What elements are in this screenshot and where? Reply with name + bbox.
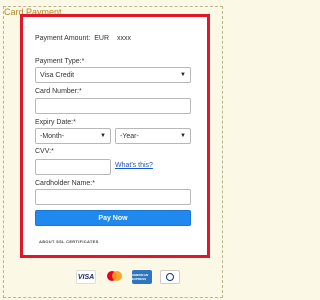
- card-logos: VISA AMERICAN EXPRESS: [76, 270, 180, 284]
- expiry-month-value: -Month-: [40, 132, 65, 140]
- payment-type-label: Payment Type:*: [35, 58, 85, 65]
- payment-type-select[interactable]: Visa Credit ▼: [35, 67, 191, 83]
- card-number-label: Card Number:*: [35, 88, 82, 95]
- expiry-month-select[interactable]: -Month- ▼: [35, 128, 111, 144]
- dropdown-arrow-icon: ▼: [180, 72, 186, 78]
- mastercard-logo-icon: [104, 270, 124, 284]
- whats-this-link[interactable]: What's this?: [115, 162, 153, 169]
- visa-logo-icon: VISA: [76, 270, 96, 284]
- cardholder-name-label: Cardholder Name:*: [35, 180, 95, 187]
- payment-amount-label: Payment Amount:: [35, 35, 91, 42]
- cardholder-name-input[interactable]: [35, 189, 191, 205]
- diners-club-logo-icon: [160, 270, 180, 284]
- expiry-year-select[interactable]: -Year- ▼: [115, 128, 191, 144]
- expiry-year-value: -Year-: [120, 132, 139, 140]
- dropdown-arrow-icon: ▼: [100, 133, 106, 139]
- payment-currency: EUR: [94, 35, 109, 42]
- card-number-input[interactable]: [35, 98, 191, 114]
- cvv-label: CVV:*: [35, 148, 54, 155]
- payment-type-value: Visa Credit: [40, 71, 75, 79]
- dropdown-arrow-icon: ▼: [180, 133, 186, 139]
- payment-amount: Payment Amount: EUR xxxx: [35, 35, 131, 42]
- payment-form: Payment Amount: EUR xxxx Payment Type:* …: [20, 14, 210, 258]
- cvv-input[interactable]: [35, 159, 111, 175]
- ssl-certificates-link[interactable]: ABOUT SSL CERTIFICATES: [39, 239, 99, 244]
- payment-amount-value: xxxx: [116, 35, 131, 42]
- pay-now-button[interactable]: Pay Now: [35, 210, 191, 226]
- amex-logo-icon: AMERICAN EXPRESS: [132, 270, 152, 284]
- expiry-date-label: Expiry Date:*: [35, 119, 76, 126]
